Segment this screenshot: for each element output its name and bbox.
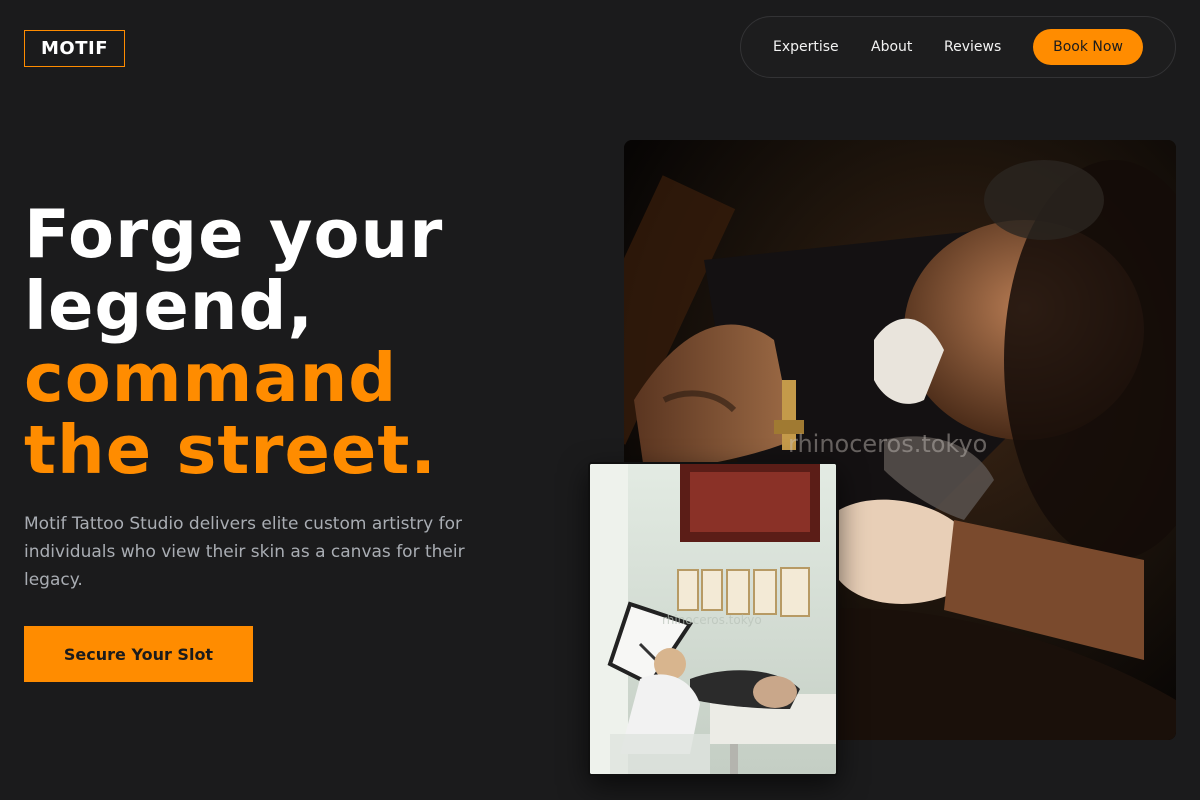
headline-line-4: the street.	[24, 411, 437, 489]
landing-page: MOTIF Expertise About Reviews Book Now F…	[0, 0, 1200, 800]
brand-logo[interactable]: MOTIF	[24, 30, 125, 67]
headline-line-3: command	[24, 339, 398, 417]
book-now-button[interactable]: Book Now	[1033, 29, 1143, 65]
nav-link-expertise[interactable]: Expertise	[773, 39, 839, 55]
main-photo-watermark: rhinoceros.tokyo	[788, 430, 987, 458]
nav-link-reviews[interactable]: Reviews	[944, 39, 1001, 55]
inset-photo-watermark: rhinoceros.tokyo	[662, 613, 762, 627]
nav-link-about[interactable]: About	[871, 39, 912, 55]
hero-inset-photo: rhinoceros.tokyo	[588, 462, 838, 776]
headline-line-1: Forge your	[24, 195, 444, 273]
inset-photo-illustration: rhinoceros.tokyo	[590, 464, 836, 774]
hero-description: Motif Tattoo Studio delivers elite custo…	[24, 514, 465, 590]
secure-slot-button[interactable]: Secure Your Slot	[24, 626, 253, 682]
headline-line-2: legend,	[24, 267, 314, 345]
hero-headline: Forge your legend, command the street.	[24, 198, 544, 486]
top-nav: Expertise About Reviews Book Now	[740, 16, 1176, 78]
